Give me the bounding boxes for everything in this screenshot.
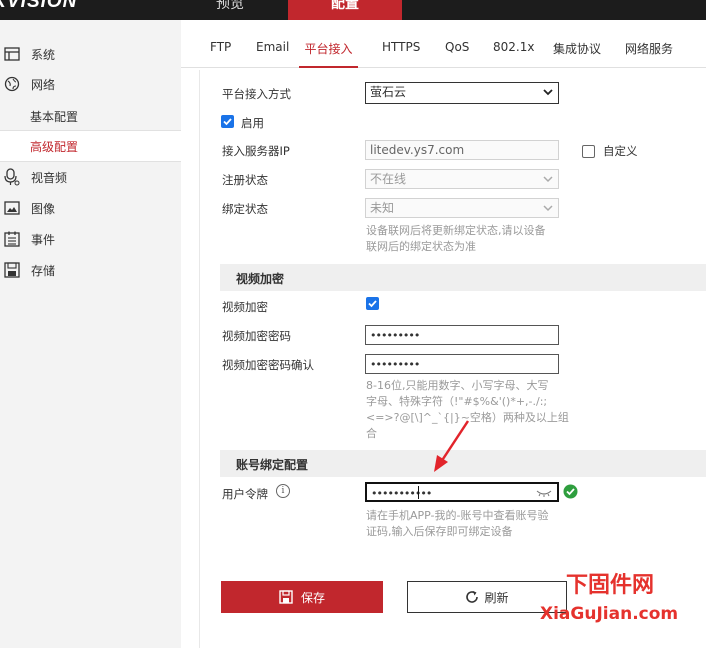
sidebar-item-label: 基本配置 <box>30 109 79 124</box>
user-token-input[interactable]: ••••••••••• <box>365 482 559 502</box>
tab-network-service[interactable]: 网络服务 <box>625 40 673 68</box>
user-token-value: ••••••••••• <box>371 487 432 500</box>
microphone-icon <box>3 168 21 186</box>
encryption-password-value: ••••••••• <box>370 329 420 342</box>
enable-label: 启用 <box>241 116 264 130</box>
encryption-password-label: 视频加密密码 <box>222 329 291 343</box>
enable-checkbox[interactable] <box>221 115 234 128</box>
sidebar-item-label: 存储 <box>31 263 56 278</box>
content-border <box>199 70 200 648</box>
save-icon <box>279 590 293 604</box>
info-icon[interactable]: i <box>276 484 290 498</box>
sidebar-item-label: 视音频 <box>31 170 68 185</box>
nav-tab-config[interactable]: 配置 <box>288 0 402 20</box>
server-ip-label: 接入服务器IP <box>222 144 290 158</box>
storage-icon <box>3 261 21 279</box>
refresh-button-label: 刷新 <box>484 590 509 605</box>
user-token-label: 用户令牌 <box>222 487 268 501</box>
annotation-arrow <box>434 420 470 472</box>
sidebar-item-basic-config[interactable]: 基本配置 <box>0 101 181 131</box>
bind-status-value: 未知 <box>370 201 395 215</box>
encryption-password-confirm-label: 视频加密密码确认 <box>222 358 314 372</box>
sidebar-item-label: 高级配置 <box>30 139 79 154</box>
network-icon <box>3 75 21 93</box>
chevron-down-icon <box>543 176 553 183</box>
sidebar-item-network[interactable]: 网络 <box>0 69 181 99</box>
register-status-value: 不在线 <box>370 172 407 186</box>
config-tabs: FTP Email 平台接入 HTTPS QoS 802.1x 集成协议 网络服… <box>181 30 706 68</box>
tab-ftp[interactable]: FTP <box>210 40 231 68</box>
chevron-down-icon <box>543 205 553 212</box>
server-ip-input[interactable]: litedev.ys7.com <box>365 140 559 160</box>
tab-8021x[interactable]: 802.1x <box>493 40 534 68</box>
tab-qos[interactable]: QoS <box>445 40 469 68</box>
image-icon <box>3 199 21 217</box>
brand-logo: IKVISION® <box>0 0 83 12</box>
valid-check-icon <box>563 484 578 499</box>
tab-integration-protocol[interactable]: 集成协议 <box>553 40 601 68</box>
save-button[interactable]: 保存 <box>221 581 383 613</box>
bind-status-select[interactable]: 未知 <box>365 198 559 218</box>
access-mode-select[interactable]: 萤石云 <box>365 82 559 104</box>
encryption-password-confirm-value: ••••••••• <box>370 358 420 371</box>
sidebar-item-label: 图像 <box>31 201 56 216</box>
top-bar: IKVISION® 预览 配置 <box>0 0 706 20</box>
custom-checkbox[interactable] <box>582 145 595 158</box>
sidebar-item-advanced-config[interactable]: 高级配置 <box>0 131 181 161</box>
text-cursor <box>418 486 419 499</box>
tab-platform-access[interactable]: 平台接入 <box>299 40 358 68</box>
system-icon <box>3 45 21 63</box>
sidebar-item-label: 网络 <box>31 77 56 92</box>
encryption-password-input[interactable]: ••••••••• <box>365 325 559 345</box>
check-icon <box>368 300 377 308</box>
access-mode-label: 平台接入方式 <box>222 87 291 101</box>
watermark-cn: 下固件网 <box>566 573 655 598</box>
tab-email[interactable]: Email <box>256 40 289 68</box>
sidebar-item-label: 系统 <box>31 47 56 62</box>
encryption-password-confirm-input[interactable]: ••••••••• <box>365 354 559 374</box>
register-status-select[interactable]: 不在线 <box>365 169 559 189</box>
server-ip-value: litedev.ys7.com <box>370 143 465 157</box>
sidebar-item-image[interactable]: 图像 <box>0 193 181 223</box>
video-encryption-checkbox[interactable] <box>366 297 379 310</box>
event-icon <box>3 230 21 248</box>
nav-tab-preview[interactable]: 预览 <box>195 0 265 20</box>
check-icon <box>223 118 232 126</box>
video-encryption-label: 视频加密 <box>222 300 268 314</box>
eye-closed-icon[interactable] <box>536 488 552 498</box>
chevron-down-icon <box>543 89 553 96</box>
watermark-domain: XiaGuJian.com <box>540 604 679 624</box>
sidebar-item-storage[interactable]: 存储 <box>0 255 181 285</box>
sidebar-item-audio-video[interactable]: 视音频 <box>0 162 181 192</box>
sidebar-item-event[interactable]: 事件 <box>0 224 181 254</box>
register-status-label: 注册状态 <box>222 173 268 187</box>
bind-status-hint: 设备联网后将更新绑定状态,请以设备 联网后的绑定状态为准 <box>366 224 546 253</box>
refresh-icon <box>466 591 479 603</box>
save-button-label: 保存 <box>300 590 325 605</box>
user-token-hint: 请在手机APP-我的-账号中查看账号验 证码,输入后保存即可绑定设备 <box>366 509 549 538</box>
tab-https[interactable]: HTTPS <box>382 40 420 68</box>
sidebar-item-system[interactable]: 系统 <box>0 39 181 69</box>
sidebar-item-label: 事件 <box>31 232 56 247</box>
custom-label: 自定义 <box>603 144 638 158</box>
sidebar: 系统 网络 基本配置 高级配置 视音频 图像 事件 存储 <box>0 20 181 648</box>
access-mode-value: 萤石云 <box>370 85 407 99</box>
bind-status-label: 绑定状态 <box>222 202 268 216</box>
video-encryption-section: 视频加密 <box>220 264 706 291</box>
